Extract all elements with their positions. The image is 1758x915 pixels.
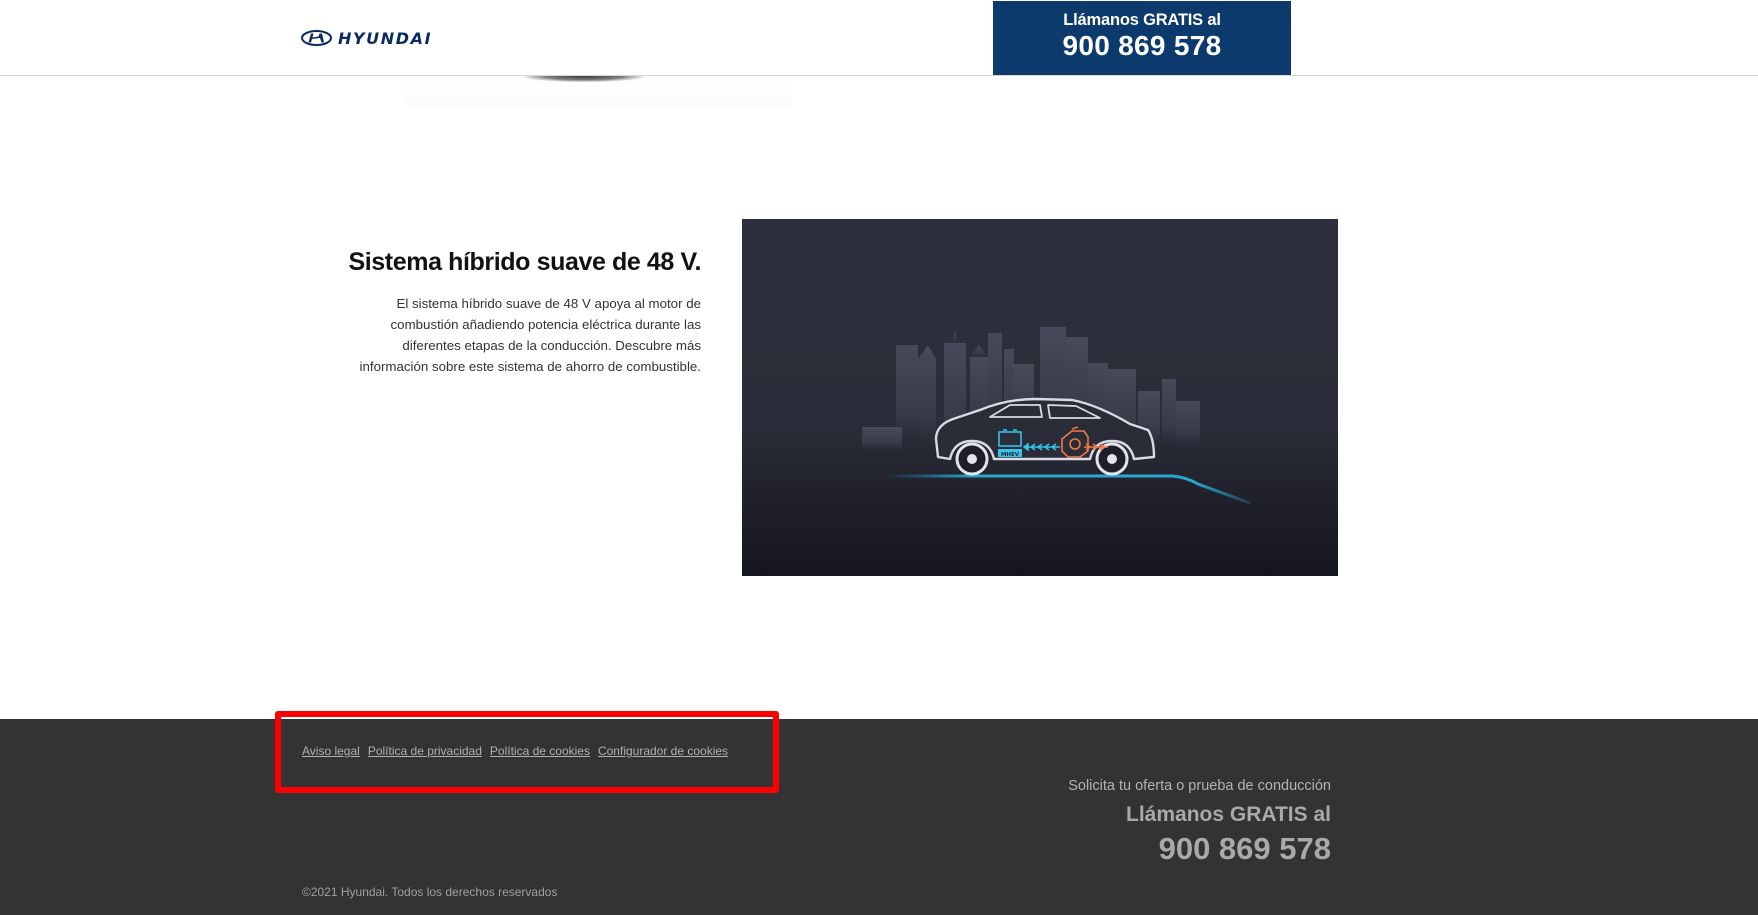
hyundai-logo[interactable]: HYUNDAI: [301, 27, 432, 49]
footer-call-number[interactable]: 900 869 578: [1068, 831, 1331, 867]
previous-section-image: [406, 76, 792, 108]
footer-call-label: Llámanos GRATIS al: [1126, 803, 1331, 826]
footer-link-politica-privacidad[interactable]: Política de privacidad: [368, 744, 482, 758]
site-footer: [0, 719, 1758, 915]
footer-link-aviso-legal[interactable]: Aviso legal: [302, 744, 360, 758]
site-header: HYUNDAI Llámanos GRATIS al 900 869 578: [0, 0, 1758, 76]
car-shadow: [524, 76, 644, 82]
feature-title: Sistema híbrido suave de 48 V.: [348, 248, 701, 276]
footer-legal-links: Aviso legal Política de privacidad Polít…: [302, 744, 728, 758]
hyundai-emblem-icon: [301, 30, 332, 46]
footer-link-configurador-cookies[interactable]: Configurador de cookies: [598, 744, 728, 758]
footer-link-politica-cookies[interactable]: Política de cookies: [490, 744, 590, 758]
header-call-label: Llámanos GRATIS al: [1063, 11, 1221, 29]
header-call-number: 900 869 578: [1062, 30, 1222, 61]
footer-call-section: Solicita tu oferta o prueba de conducció…: [1068, 778, 1331, 867]
copyright-text: ©2021 Hyundai. Todos los derechos reserv…: [302, 885, 558, 899]
brand-name: HYUNDAI: [338, 28, 433, 48]
footer-cta-text: Solicita tu oferta o prueba de conducció…: [1068, 778, 1331, 794]
header-call-button[interactable]: Llámanos GRATIS al 900 869 578: [993, 1, 1291, 75]
mild-hybrid-video[interactable]: MHEV: [742, 219, 1338, 576]
mild-hybrid-illustration: MHEV: [862, 327, 1251, 505]
feature-description: El sistema híbrido suave de 48 V apoya a…: [359, 296, 701, 374]
mhev-badge: MHEV: [1001, 452, 1020, 458]
